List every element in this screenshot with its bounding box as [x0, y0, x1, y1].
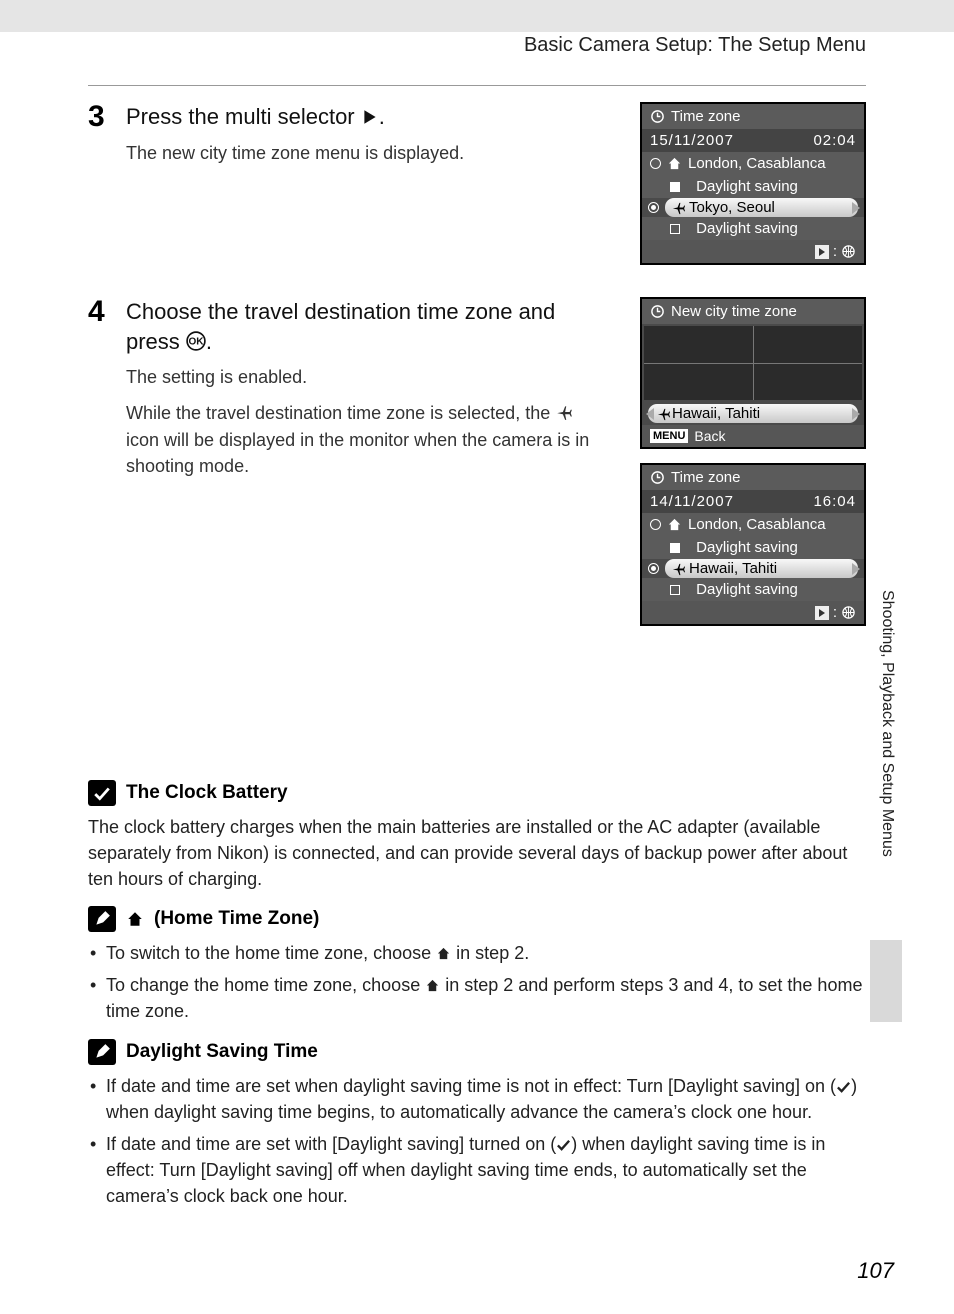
- note-dst-head: Daylight Saving Time: [88, 1039, 866, 1065]
- step-4-heading: Choose the travel destination time zone …: [126, 297, 606, 356]
- home-icon: [667, 517, 682, 532]
- pencil-badge-icon: [88, 906, 116, 932]
- running-head: Basic Camera Setup: The Setup Menu: [88, 32, 866, 85]
- lcd2-time: 16:04: [813, 493, 856, 510]
- lcd1-dest: Tokyo, Seoul: [689, 199, 775, 216]
- check-icon: [836, 1079, 851, 1094]
- page: Basic Camera Setup: The Setup Menu 3 Pre…: [0, 32, 954, 1314]
- clock-icon: [650, 304, 665, 319]
- rule-top: [88, 85, 866, 86]
- note-dst-title: Daylight Saving Time: [126, 1041, 318, 1063]
- clock-icon: [650, 109, 665, 124]
- check-icon: [556, 1137, 571, 1152]
- world-map-graphic: [644, 326, 862, 400]
- home-icon: [436, 946, 451, 961]
- right-arrow-icon: [361, 108, 379, 126]
- lcd1-time: 02:04: [813, 132, 856, 149]
- checkbox-off-icon: [670, 585, 680, 595]
- lcd-newcity: New city time zone Hawaii, Tahiti MENU Ba…: [640, 297, 866, 449]
- clock-icon: [650, 470, 665, 485]
- lcd1-selected-row: Tokyo, Seoul: [665, 198, 858, 217]
- step-4: 4 Choose the travel destination time zon…: [88, 297, 866, 640]
- lcd1-date: 15/11/2007: [650, 132, 734, 149]
- checkbox-on-icon: [670, 182, 680, 192]
- lcd2-home-ds: Daylight saving: [696, 539, 798, 556]
- lcd1-dest-ds: Daylight saving: [696, 220, 798, 237]
- lcd2-title: Time zone: [671, 469, 740, 486]
- note-home-bullet-1: To switch to the home time zone, choose …: [88, 940, 866, 966]
- radio-dest-on-icon: [648, 202, 659, 213]
- lcd2-date: 14/11/2007: [650, 493, 734, 510]
- lcd1-title: Time zone: [671, 108, 740, 125]
- lcd-timezone-2: Time zone 14/11/2007 16:04 London, Casabl…: [640, 463, 866, 626]
- lcd1-home: London, Casablanca: [688, 155, 826, 172]
- step-3-body: The new city time zone menu is displayed…: [126, 140, 606, 166]
- radio-dest-on-icon: [648, 563, 659, 574]
- note-clock-body: The clock battery charges when the main …: [88, 814, 866, 892]
- pencil-badge-icon: [88, 1039, 116, 1065]
- step-3: 3 Press the multi selector . The new cit…: [88, 102, 866, 279]
- step-3-number: 3: [88, 102, 126, 279]
- radio-home-icon: [650, 519, 661, 530]
- note-dst-bullet-2: If date and time are set with [Daylight …: [88, 1131, 866, 1209]
- globe-icon: [841, 244, 856, 259]
- note-clock-head: The Clock Battery: [88, 780, 866, 806]
- lcd2-home: London, Casablanca: [688, 516, 826, 533]
- step-3-heading: Press the multi selector .: [126, 102, 606, 132]
- lcd-map-title: New city time zone: [671, 303, 797, 320]
- radio-home-icon: [650, 158, 661, 169]
- step-4-number: 4: [88, 297, 126, 640]
- check-badge-icon: [88, 780, 116, 806]
- ok-button-icon: [186, 331, 206, 351]
- plane-icon: [671, 561, 686, 576]
- chevron-right-icon: [852, 563, 860, 575]
- step-4-body2: While the travel destination time zone i…: [126, 400, 606, 478]
- chevron-right-icon: [852, 408, 860, 420]
- note-dst-bullet-1: If date and time are set when daylight s…: [88, 1073, 866, 1125]
- home-icon: [126, 910, 144, 928]
- side-tab-label: Shooting, Playback and Setup Menus: [878, 590, 896, 930]
- globe-icon: [841, 605, 856, 620]
- notes-section: The Clock Battery The clock battery char…: [88, 780, 866, 1209]
- lcd1-home-ds: Daylight saving: [696, 178, 798, 195]
- checkbox-on-icon: [670, 543, 680, 553]
- plane-icon: [656, 406, 671, 421]
- plane-icon: [671, 200, 686, 215]
- chevron-right-icon: [852, 202, 860, 214]
- home-icon: [667, 156, 682, 171]
- lcd2-dest: Hawaii, Tahiti: [689, 560, 777, 577]
- play-button-icon: [815, 606, 829, 620]
- note-home-bullet-2: To change the home time zone, choose in …: [88, 972, 866, 1024]
- lcd2-selected-row: Hawaii, Tahiti: [665, 559, 858, 578]
- plane-icon: [555, 403, 573, 421]
- note-home-head: (Home Time Zone): [88, 906, 866, 932]
- note-home-title: (Home Time Zone): [154, 908, 319, 930]
- lcd2-dest-ds: Daylight saving: [696, 581, 798, 598]
- note-clock-title: The Clock Battery: [126, 782, 288, 804]
- thumb-index-tab: [870, 940, 902, 1022]
- play-button-icon: [815, 245, 829, 259]
- home-icon: [425, 978, 440, 993]
- lcd-map-back: Back: [694, 428, 725, 444]
- chevron-left-icon: [646, 408, 654, 420]
- checkbox-off-icon: [670, 224, 680, 234]
- step-4-body1: The setting is enabled.: [126, 364, 606, 390]
- lcd-map-dest: Hawaii, Tahiti: [672, 405, 760, 422]
- page-number: 107: [857, 1258, 894, 1284]
- lcd-map-selected: Hawaii, Tahiti: [648, 404, 858, 423]
- lcd-timezone-1: Time zone 15/11/2007 02:04 London, Casabl…: [640, 102, 866, 265]
- menu-label-icon: MENU: [650, 429, 688, 443]
